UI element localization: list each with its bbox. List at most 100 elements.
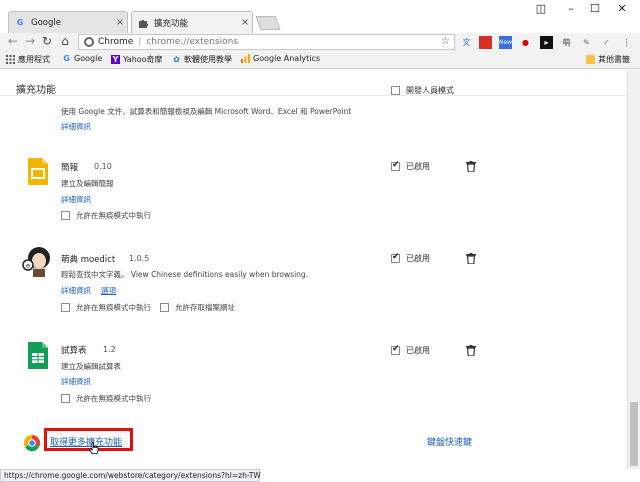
reload-icon[interactable]: ↻ — [38, 33, 56, 51]
home-icon[interactable]: ⌂ — [56, 33, 74, 51]
slides-extension-icon — [28, 158, 48, 185]
bookmarks-bar: 應用程式 G Google Y Yahoo奇摩 ✿ 軟體使用教學 Google … — [0, 51, 640, 69]
file-urls-label: 允許存取檔案網址 — [175, 303, 235, 312]
hand-cursor-icon — [88, 442, 99, 454]
tab-google[interactable]: G Google × — [8, 11, 128, 33]
moedict-extension-icon[interactable]: 萌 — [560, 36, 573, 49]
forward-arrow-icon[interactable]: → — [21, 33, 39, 51]
enabled-label: 已啟用 — [406, 254, 430, 263]
bookmark-label: Google Analytics — [253, 54, 321, 63]
translate-extension-icon[interactable]: 文 — [460, 36, 473, 49]
bookmark-google[interactable]: G Google — [62, 54, 102, 63]
pencil-extension-icon[interactable]: ✎ — [580, 36, 593, 49]
details-link[interactable]: 詳細資訊 — [61, 194, 91, 205]
title-bar: G Google × 擴充功能 × ◫ – ☐ ✕ — [0, 0, 640, 33]
tab-close-icon[interactable]: × — [238, 17, 252, 28]
enabled-checkbox[interactable] — [391, 344, 400, 355]
incognito-label: 允許在無痕模式中執行 — [76, 303, 151, 312]
bookmark-yahoo[interactable]: Y Yahoo奇摩 — [111, 54, 163, 65]
page-header: 擴充功能 開發人員模式 — [0, 70, 627, 96]
blog-icon: ✿ — [173, 55, 180, 64]
moedict-extension-icon: e — [22, 245, 54, 277]
developer-mode-toggle[interactable]: 開發人員模式 — [391, 85, 454, 96]
check-extension-icon[interactable]: ✓ — [600, 36, 613, 49]
webstore-icon — [23, 434, 41, 452]
other-bookmarks-label: 其他書籤 — [598, 55, 630, 64]
google-favicon: G — [16, 18, 24, 27]
back-arrow-icon[interactable]: ← — [4, 33, 22, 51]
enabled-checkbox[interactable] — [391, 252, 400, 263]
keyboard-shortcuts-link[interactable]: 鍵盤快速鍵 — [427, 435, 472, 448]
details-link[interactable]: 詳細資訊 — [61, 285, 91, 296]
incognito-checkbox[interactable] — [61, 211, 70, 220]
bookmark-blog[interactable]: ✿ 軟體使用教學 — [172, 54, 232, 65]
extension-description: 使用 Google 文件、試算表和簡報檢視及編輯 Microsoft Word、… — [61, 107, 352, 116]
file-urls-checkbox[interactable] — [160, 303, 169, 312]
tab-extensions[interactable]: 擴充功能 × — [131, 11, 253, 33]
svg-text:e: e — [26, 262, 30, 270]
red-extension-icon[interactable] — [479, 36, 492, 49]
tab-title: Google — [31, 17, 61, 28]
incognito-option[interactable]: 允許在無痕模式中執行 — [61, 393, 151, 404]
terminal-extension-icon[interactable]: ▸ — [540, 36, 553, 49]
extension-name: 簡報 — [61, 163, 79, 173]
enabled-toggle[interactable]: 已啟用 — [391, 252, 430, 264]
bookmark-star-icon[interactable]: ☆ — [441, 36, 450, 47]
yahoo-icon: Y — [111, 55, 120, 64]
details-link[interactable]: 詳細資訊 — [61, 121, 91, 132]
url-separator: | — [138, 37, 142, 47]
new-badge-extension-icon[interactable]: New — [499, 36, 512, 49]
pinterest-extension-icon[interactable]: ● — [519, 36, 532, 49]
puzzle-icon — [138, 18, 148, 28]
details-link[interactable]: 詳細資訊 — [61, 376, 91, 387]
enabled-toggle[interactable]: 已啟用 — [391, 160, 430, 172]
bookmark-label: 應用程式 — [18, 55, 50, 64]
options-link[interactable]: 選項 — [101, 285, 116, 296]
enabled-label: 已啟用 — [406, 346, 430, 355]
close-window-button[interactable]: ✕ — [607, 0, 637, 20]
google-favicon: G — [63, 54, 70, 63]
maximize-button[interactable]: ☐ — [580, 0, 610, 20]
extensions-page: 使用 Google 文件、試算表和簡報檢視及編輯 Microsoft Word、… — [0, 70, 627, 469]
profile-icon[interactable]: ◫ — [526, 0, 556, 20]
incognito-label: 允許在無痕模式中執行 — [76, 211, 151, 220]
bookmark-label: Google — [74, 54, 103, 63]
other-bookmarks[interactable]: 其他書籤 — [586, 54, 630, 65]
incognito-option[interactable]: 允許在無痕模式中執行 — [61, 302, 151, 313]
navigation-toolbar: ← → ↻ ⌂ Chrome | chrome://extensions ☆ 文… — [0, 33, 640, 51]
bookmark-analytics[interactable]: Google Analytics — [241, 54, 320, 63]
tab-title: 擴充功能 — [154, 18, 189, 29]
extension-description: 建立及編輯簡報 — [61, 179, 114, 188]
extension-version: 1.2 — [103, 345, 116, 354]
extension-version: 1.0.5 — [129, 254, 150, 263]
enabled-checkbox[interactable] — [391, 160, 400, 171]
menu-dots-icon[interactable]: ⋮ — [620, 36, 633, 49]
scrollbar-thumb[interactable] — [630, 402, 638, 466]
incognito-checkbox[interactable] — [61, 394, 70, 403]
new-tab-button[interactable] — [255, 16, 281, 30]
incognito-label: 允許在無痕模式中執行 — [76, 394, 151, 403]
sheets-extension-icon — [28, 342, 48, 369]
incognito-checkbox[interactable] — [61, 303, 70, 312]
vertical-scrollbar[interactable] — [627, 70, 640, 469]
trash-icon[interactable] — [466, 253, 476, 265]
tab-close-icon[interactable]: × — [113, 17, 127, 28]
address-bar[interactable]: Chrome | chrome://extensions ☆ — [78, 34, 455, 50]
chrome-icon — [84, 37, 94, 47]
file-urls-option[interactable]: 允許存取檔案網址 — [160, 302, 235, 313]
page-title: 擴充功能 — [16, 85, 56, 96]
bookmark-label: Yahoo奇摩 — [123, 55, 163, 64]
extension-description: 建立及編輯試算表 — [61, 362, 121, 371]
trash-icon[interactable] — [466, 345, 476, 357]
analytics-icon — [241, 54, 250, 63]
developer-mode-checkbox[interactable] — [391, 86, 400, 95]
bookmark-apps[interactable]: 應用程式 — [6, 54, 50, 65]
url-path: chrome://extensions — [146, 37, 238, 47]
extension-name: 萌典 moedict — [61, 255, 116, 265]
folder-icon — [586, 55, 595, 64]
enabled-toggle[interactable]: 已啟用 — [391, 344, 430, 356]
incognito-option[interactable]: 允許在無痕模式中執行 — [61, 210, 151, 221]
trash-icon[interactable] — [466, 161, 476, 173]
enabled-label: 已啟用 — [406, 162, 430, 171]
extension-description: 輕鬆查找中文字義。 View Chinese definitions easil… — [61, 270, 309, 279]
